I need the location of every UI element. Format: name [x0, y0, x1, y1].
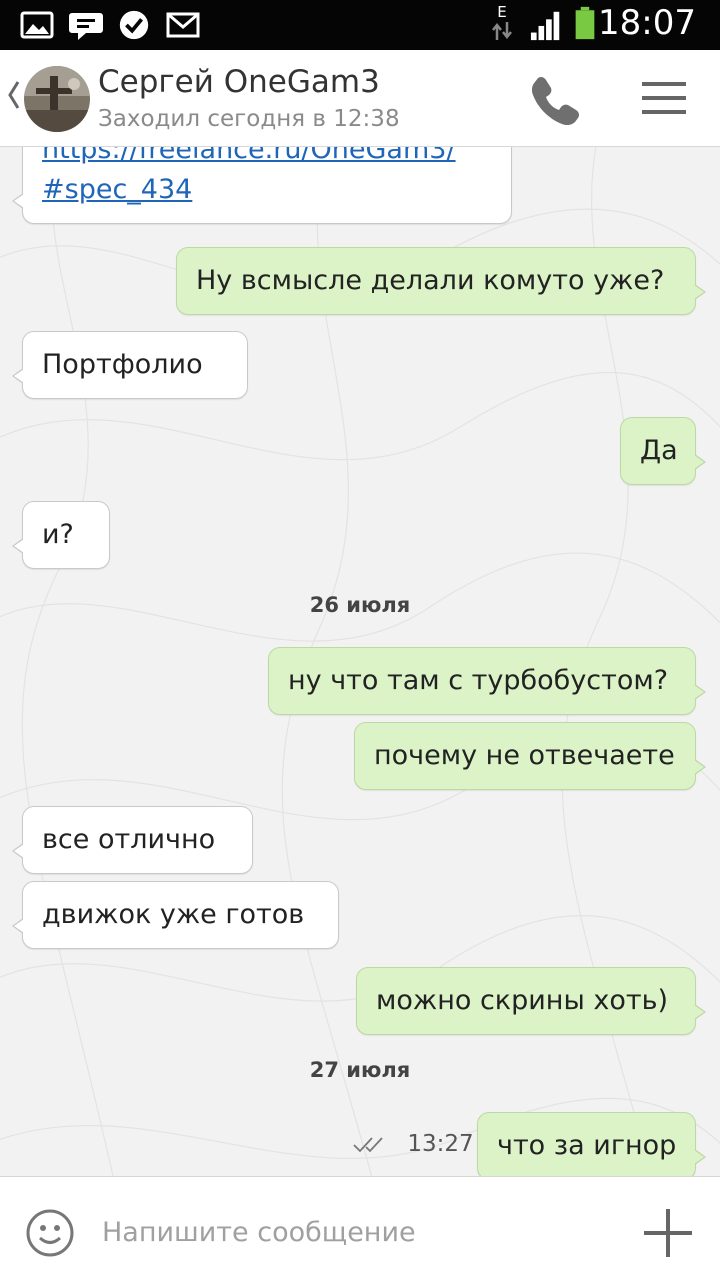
mail-icon — [166, 12, 200, 38]
message-text: ну что там с турбобустом? — [288, 665, 669, 696]
emoji-icon[interactable] — [24, 1207, 76, 1259]
status-bar: E 18:07 — [0, 0, 720, 50]
phone-icon[interactable] — [524, 72, 580, 128]
signal-icon — [530, 11, 560, 41]
message-text: Портфолио — [42, 349, 203, 380]
message-input[interactable] — [100, 1209, 604, 1255]
network-type-label: E — [497, 3, 507, 21]
outgoing-message[interactable]: ну что там с турбобустом? — [268, 647, 706, 715]
last-seen-status: Заходил сегодня в 12:38 — [98, 106, 400, 132]
check-app-icon — [119, 10, 149, 40]
incoming-message[interactable]: https://freelance.ru/OneGam3/ #spec_434 — [12, 147, 512, 224]
message-meta: 13:27 — [352, 1131, 474, 1157]
message-text: и? — [42, 519, 74, 550]
date-separator: 26 июля — [309, 593, 411, 617]
back-chevron-icon[interactable] — [6, 78, 22, 112]
data-arrows-icon — [492, 22, 512, 40]
battery-icon — [575, 6, 595, 40]
outgoing-message[interactable]: что за игнор — [477, 1112, 706, 1176]
chat-icon — [69, 13, 103, 40]
incoming-message[interactable]: движок уже готов — [12, 881, 339, 949]
avatar-image — [24, 66, 90, 132]
message-text: что за игнор — [497, 1130, 677, 1161]
message-time: 13:27 — [407, 1131, 474, 1157]
message-link-line-2[interactable]: #spec_434 — [42, 170, 492, 210]
incoming-message[interactable]: все отлично — [12, 806, 253, 874]
network-indicator: E — [490, 4, 514, 46]
message-link-line-1[interactable]: https://freelance.ru/OneGam3/ — [42, 147, 492, 170]
message-text: почему не отвечаете — [374, 740, 675, 771]
incoming-message[interactable]: Портфолио — [12, 331, 248, 399]
message-text: Да — [640, 435, 678, 466]
add-attachment-icon[interactable] — [640, 1205, 696, 1261]
outgoing-message[interactable]: Ну всмысле делали комуто уже? — [176, 247, 706, 315]
contact-name[interactable]: Сергей OneGam3 — [98, 64, 380, 100]
message-text: Ну всмысле делали комуто уже? — [196, 265, 665, 296]
message-text: все отлично — [42, 824, 216, 855]
incoming-message[interactable]: и? — [12, 501, 110, 569]
chat-header: Сергей OneGam3 Заходил сегодня в 12:38 — [0, 50, 720, 147]
menu-icon[interactable] — [640, 78, 688, 118]
composer-bar — [0, 1176, 720, 1281]
avatar[interactable] — [24, 66, 90, 132]
outgoing-message[interactable]: можно скрины хоть) — [356, 967, 706, 1035]
read-check-icon — [353, 1136, 383, 1152]
message-list[interactable]: https://freelance.ru/OneGam3/ #spec_434 … — [0, 147, 720, 1176]
outgoing-message[interactable]: Да — [620, 417, 706, 485]
date-separator: 27 июля — [309, 1058, 411, 1082]
gallery-icon — [20, 11, 54, 39]
outgoing-message[interactable]: почему не отвечаете — [354, 722, 706, 790]
message-text: можно скрины хоть) — [376, 985, 669, 1016]
clock: 18:07 — [598, 3, 696, 43]
message-text: движок уже готов — [42, 899, 305, 930]
